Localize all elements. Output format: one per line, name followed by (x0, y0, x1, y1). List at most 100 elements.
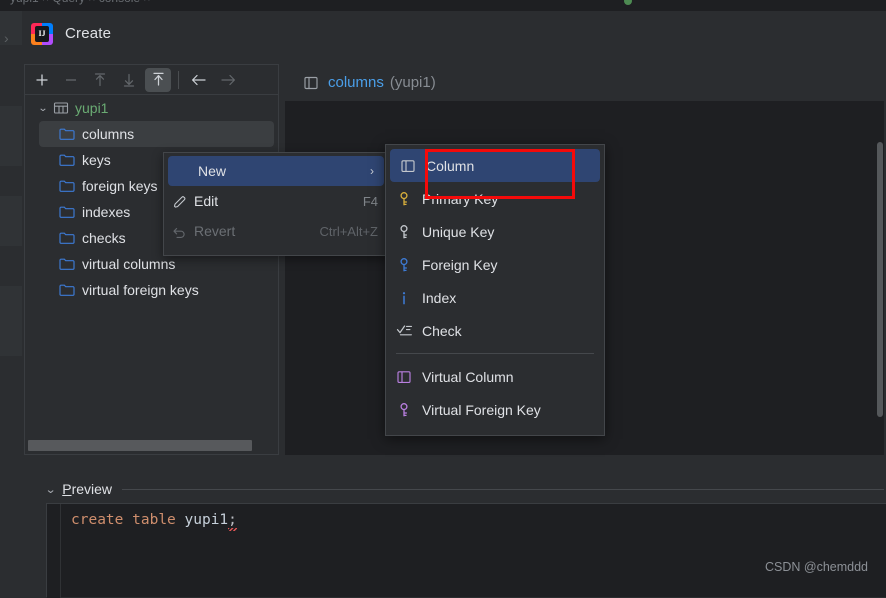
folder-icon (59, 128, 75, 140)
undo-icon (173, 227, 185, 238)
sql-identifier: yupi1 (184, 512, 229, 528)
column-icon (304, 76, 318, 89)
background-window-tabstrip: yupi1 × Query × console × (0, 0, 886, 11)
background-sidebar-segment (0, 106, 22, 166)
back-button[interactable] (186, 68, 212, 92)
remove-button (58, 68, 84, 92)
folder-icon (59, 180, 75, 192)
detail-title: columns (328, 74, 384, 91)
submenu-item-virtual-foreign-key[interactable]: Virtual Foreign Key (386, 393, 604, 426)
tree-row-virtual-foreign-keys[interactable]: virtual foreign keys (25, 277, 278, 303)
preview-section-header[interactable]: ⌄ Preview (45, 476, 884, 502)
submenu-item-label: Column (426, 157, 475, 174)
submenu-item-label: Check (422, 322, 462, 339)
background-tool-window-bar: › (0, 11, 22, 586)
table-icon (53, 102, 69, 114)
background-sidebar-segment (0, 196, 22, 246)
tree-item-label: indexes (82, 204, 131, 220)
submenu-item-label: Unique Key (422, 223, 495, 240)
index-icon (402, 291, 406, 304)
check-constraint-icon (396, 324, 412, 335)
intellij-idea-icon-mark: IJ (35, 25, 49, 42)
submenu-item-label: Foreign Key (422, 256, 498, 273)
submenu-item-unique-key[interactable]: Unique Key (386, 215, 604, 248)
submenu-item-index[interactable]: Index (386, 281, 604, 314)
folder-icon (59, 232, 75, 244)
arrow-right-icon (221, 74, 236, 85)
tree-item-label: foreign keys (82, 178, 158, 194)
detail-vertical-scrollbar[interactable] (877, 142, 883, 417)
sql-keyword-table: table (132, 512, 176, 528)
detail-subtitle: (yupi1) (389, 74, 436, 91)
tree-horizontal-scrollbar[interactable] (26, 440, 277, 451)
minus-icon (66, 78, 76, 81)
tree-row-root[interactable]: ⌄ yupi1 (25, 95, 278, 121)
preview-sql-code[interactable]: create table yupi1; (71, 512, 237, 528)
move-down-button (116, 68, 142, 92)
forward-button (215, 68, 241, 92)
submenu-item-check[interactable]: Check (386, 314, 604, 347)
arrow-up-boxed-icon (152, 72, 164, 86)
object-tree-panel[interactable]: ⌄ yupi1 columns keys foreign keys indexe… (24, 94, 279, 455)
toolbar-separator (178, 70, 179, 89)
context-menu-item-label: Revert (194, 223, 236, 239)
create-table-dialog: IJ Create ⌄ yupi1 columns keys foreign k… (22, 11, 886, 598)
context-menu[interactable]: New › Edit F4 Revert Ctrl+Alt+Z (163, 152, 389, 256)
folder-icon (59, 284, 75, 296)
tree-row-columns[interactable]: columns (39, 121, 274, 147)
detail-pane-header: columns (yupi1) (285, 64, 884, 101)
preview-editor[interactable]: create table yupi1; (46, 503, 886, 598)
unique-key-icon (400, 224, 408, 238)
submenu-item-label: Primary Key (422, 190, 499, 207)
virtual-foreign-key-icon (400, 402, 408, 416)
scrollbar-thumb[interactable] (28, 440, 252, 451)
context-menu-item-label: New (198, 163, 227, 179)
context-menu-item-shortcut: Ctrl+Alt+Z (319, 223, 378, 239)
arrow-down-to-bar-icon (123, 73, 135, 87)
preview-header-rule (122, 488, 884, 490)
chevron-down-icon[interactable]: ⌄ (45, 483, 57, 496)
context-menu-item-revert: Revert Ctrl+Alt+Z (164, 216, 388, 246)
submenu-item-column[interactable]: Column (390, 149, 600, 182)
context-menu-item-shortcut: F4 (362, 193, 378, 209)
folder-icon (59, 154, 75, 166)
dialog-title: Create (65, 25, 112, 42)
editor-gutter (47, 504, 61, 598)
tree-item-label: columns (82, 126, 135, 142)
submenu-item-label: Index (422, 289, 457, 306)
primary-key-icon (400, 191, 408, 205)
chevron-right-icon: › (370, 164, 374, 178)
plus-icon (36, 74, 48, 85)
expand-sidebar-chevron-icon[interactable]: › (4, 31, 9, 45)
tree-item-label: virtual columns (82, 256, 176, 272)
background-status-dot (624, 0, 632, 5)
pencil-icon (173, 195, 185, 208)
sql-punctuation-error: ; (228, 512, 237, 528)
add-button[interactable] (29, 68, 55, 92)
submenu-separator (396, 353, 594, 354)
context-menu-item-edit[interactable]: Edit F4 (164, 186, 388, 216)
tree-item-label: virtual foreign keys (82, 282, 199, 298)
move-to-top-button[interactable] (145, 67, 171, 92)
submenu-item-foreign-key[interactable]: Foreign Key (386, 248, 604, 281)
tree-root-label: yupi1 (75, 100, 109, 116)
move-up-button (87, 68, 113, 92)
watermark: CSDN @chemddd (764, 560, 868, 574)
chevron-down-icon[interactable]: ⌄ (33, 103, 53, 114)
submenu-item-primary-key[interactable]: Primary Key (386, 182, 604, 215)
tree-item-label: keys (82, 152, 111, 168)
dialog-titlebar: IJ Create (22, 11, 886, 56)
folder-icon (59, 258, 75, 270)
tree-item-label: checks (82, 230, 126, 246)
preview-label-rest: review (71, 481, 113, 497)
new-submenu[interactable]: Column Primary Key Unique Key Foreign Ke… (385, 144, 605, 436)
submenu-item-label: Virtual Column (422, 368, 514, 385)
sql-keyword-create: create (71, 512, 124, 528)
context-menu-item-label: Edit (194, 193, 219, 209)
preview-label: Preview (62, 481, 112, 497)
context-menu-item-new[interactable]: New › (168, 156, 384, 186)
tree-toolbar (24, 64, 279, 94)
submenu-item-virtual-column[interactable]: Virtual Column (386, 360, 604, 393)
preview-label-mnemonic: P (62, 481, 72, 497)
background-ghost-tabs: yupi1 × Query × console × (10, 0, 150, 5)
